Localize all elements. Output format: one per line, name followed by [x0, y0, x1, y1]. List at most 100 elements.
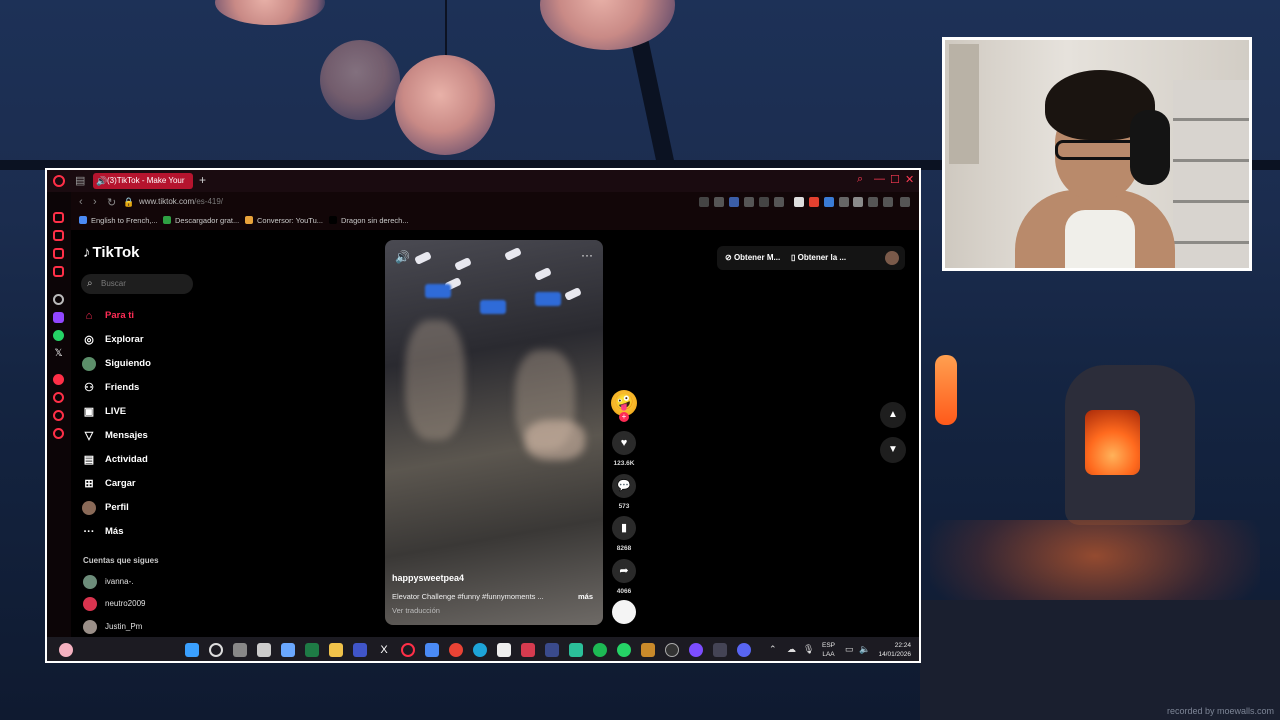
x-icon[interactable]: 𝕏	[53, 348, 64, 359]
previous-video-button[interactable]: ▲	[880, 402, 906, 428]
ai-icon[interactable]	[883, 197, 893, 207]
discord-icon[interactable]	[737, 643, 751, 657]
language-indicator[interactable]: ESP LAA	[822, 641, 835, 659]
bookmark[interactable]: Descargador grat...	[163, 216, 239, 225]
app-icon[interactable]	[257, 643, 271, 657]
share-button[interactable]: ➦	[612, 559, 636, 583]
start-icon[interactable]	[185, 643, 199, 657]
task-view-icon[interactable]	[233, 643, 247, 657]
nav-item-para-ti[interactable]: ⌂ Para ti	[83, 304, 151, 328]
sidebar-icon[interactable]	[53, 266, 64, 277]
profile-icon[interactable]	[853, 197, 863, 207]
search-icon[interactable]	[209, 643, 223, 657]
heart-icon[interactable]	[774, 197, 784, 207]
back-icon[interactable]: ‹	[79, 196, 83, 208]
nav-item-friends[interactable]: ⚇ Friends	[83, 376, 151, 400]
volume-icon[interactable]: 🔊	[395, 250, 410, 264]
follow-plus-icon[interactable]: +	[619, 412, 629, 422]
whatsapp-icon[interactable]	[617, 643, 631, 657]
store-icon[interactable]	[497, 643, 511, 657]
cloud-icon[interactable]: ☁	[787, 644, 796, 655]
chrome-icon[interactable]	[449, 643, 463, 657]
search-input[interactable]: ⌕ Buscar	[81, 274, 193, 294]
next-video-button[interactable]: ▼	[880, 437, 906, 463]
extension-icon[interactable]	[699, 197, 709, 207]
extension-icon[interactable]	[729, 197, 739, 207]
clock[interactable]: 22:24 14/01/2026	[873, 641, 911, 659]
following-account[interactable]: neutro2009	[83, 596, 145, 612]
app-icon[interactable]	[641, 643, 655, 657]
tab-audio-icon[interactable]: 🔊	[96, 173, 107, 189]
sidebar-icon[interactable]	[53, 374, 64, 385]
nav-item-live[interactable]: ▣ LIVE	[83, 400, 151, 424]
minimize-button[interactable]: —	[874, 173, 885, 185]
video-author[interactable]: happysweetpea4	[392, 573, 464, 583]
search-tabs-icon[interactable]: ⌕	[857, 173, 863, 186]
extension-icon[interactable]	[714, 197, 724, 207]
x-icon[interactable]: X	[377, 643, 391, 657]
save-button[interactable]: ▮	[612, 516, 636, 540]
get-coins-button[interactable]: ⊘ Obtener M...	[725, 246, 780, 270]
close-button[interactable]: ✕	[905, 173, 914, 186]
profile-avatar[interactable]	[885, 251, 899, 265]
sidebar-icon[interactable]	[53, 392, 64, 403]
edge-icon[interactable]	[473, 643, 487, 657]
nav-item-mensajes[interactable]: ▽ Mensajes	[83, 424, 151, 448]
nav-item-siguiendo[interactable]: Siguiendo	[82, 352, 151, 376]
copilot-icon[interactable]	[281, 643, 295, 657]
nav-item-mas[interactable]: ··· Más	[83, 520, 151, 544]
extension-icon[interactable]	[824, 197, 834, 207]
volume-icon[interactable]: 🔈	[859, 644, 870, 655]
menu-icon[interactable]	[900, 197, 910, 207]
reload-icon[interactable]: ↻	[107, 196, 116, 209]
app-icon[interactable]	[713, 643, 727, 657]
bookmark[interactable]: English to French,...	[79, 216, 158, 225]
whatsapp-icon[interactable]	[53, 330, 64, 341]
music-disc[interactable]	[612, 600, 636, 624]
video-player[interactable]: 🔊 ··· happysweetpea4 Elevator Challenge …	[385, 240, 603, 625]
following-account[interactable]: Justin_Pm	[83, 619, 142, 635]
twitch-icon[interactable]	[53, 312, 64, 323]
sidebar-icon[interactable]	[53, 212, 64, 223]
microphone-icon[interactable]: 🎙	[803, 644, 814, 655]
app-icon[interactable]	[569, 643, 583, 657]
extension-icon[interactable]	[809, 197, 819, 207]
extension-icon[interactable]	[759, 197, 769, 207]
maximize-button[interactable]: ☐	[890, 173, 900, 186]
app-icon[interactable]	[425, 643, 439, 657]
sidebar-icon[interactable]	[53, 294, 64, 305]
extensions-icon[interactable]	[839, 197, 849, 207]
like-button[interactable]: ♥	[612, 431, 636, 455]
tab-list-icon[interactable]: ▤	[75, 174, 85, 187]
bookmark[interactable]: Conversor: YouTu...	[245, 216, 323, 225]
nav-item-perfil[interactable]: Perfil	[82, 496, 151, 520]
opera-icon[interactable]	[401, 643, 415, 657]
sidebar-icon[interactable]	[53, 410, 64, 421]
file-explorer-icon[interactable]	[329, 643, 343, 657]
app-icon[interactable]	[545, 643, 559, 657]
app-icon[interactable]	[689, 643, 703, 657]
forward-icon[interactable]: ›	[93, 196, 97, 208]
tray-expand-icon[interactable]: ⌃	[769, 644, 777, 655]
translate-link[interactable]: Ver traducción	[392, 606, 440, 615]
lock-icon[interactable]: 🔒	[123, 197, 134, 208]
download-icon[interactable]	[868, 197, 878, 207]
active-tab[interactable]: 🔊 (3)TikTok - Make Your	[93, 173, 193, 189]
caption-more-link[interactable]: más	[578, 592, 593, 601]
more-options-icon[interactable]: ···	[581, 248, 593, 262]
nav-item-explorar[interactable]: ◎ Explorar	[83, 328, 151, 352]
opera-logo-icon[interactable]	[53, 175, 65, 187]
settings-icon[interactable]	[53, 428, 64, 439]
excel-icon[interactable]	[305, 643, 319, 657]
spotify-icon[interactable]	[593, 643, 607, 657]
get-app-button[interactable]: ▯ Obtener la ...	[791, 246, 846, 270]
sidebar-icon[interactable]	[53, 248, 64, 259]
tiktok-logo[interactable]: ♪ TikTok	[83, 244, 139, 261]
comment-button[interactable]: 💬	[612, 474, 636, 498]
extension-icon[interactable]	[794, 197, 804, 207]
following-account[interactable]: ivanna-.	[83, 574, 133, 590]
new-tab-button[interactable]: +	[199, 173, 206, 187]
network-icon[interactable]: ▭	[845, 644, 854, 655]
app-icon[interactable]	[665, 643, 679, 657]
nav-item-actividad[interactable]: ▤ Actividad	[83, 448, 151, 472]
